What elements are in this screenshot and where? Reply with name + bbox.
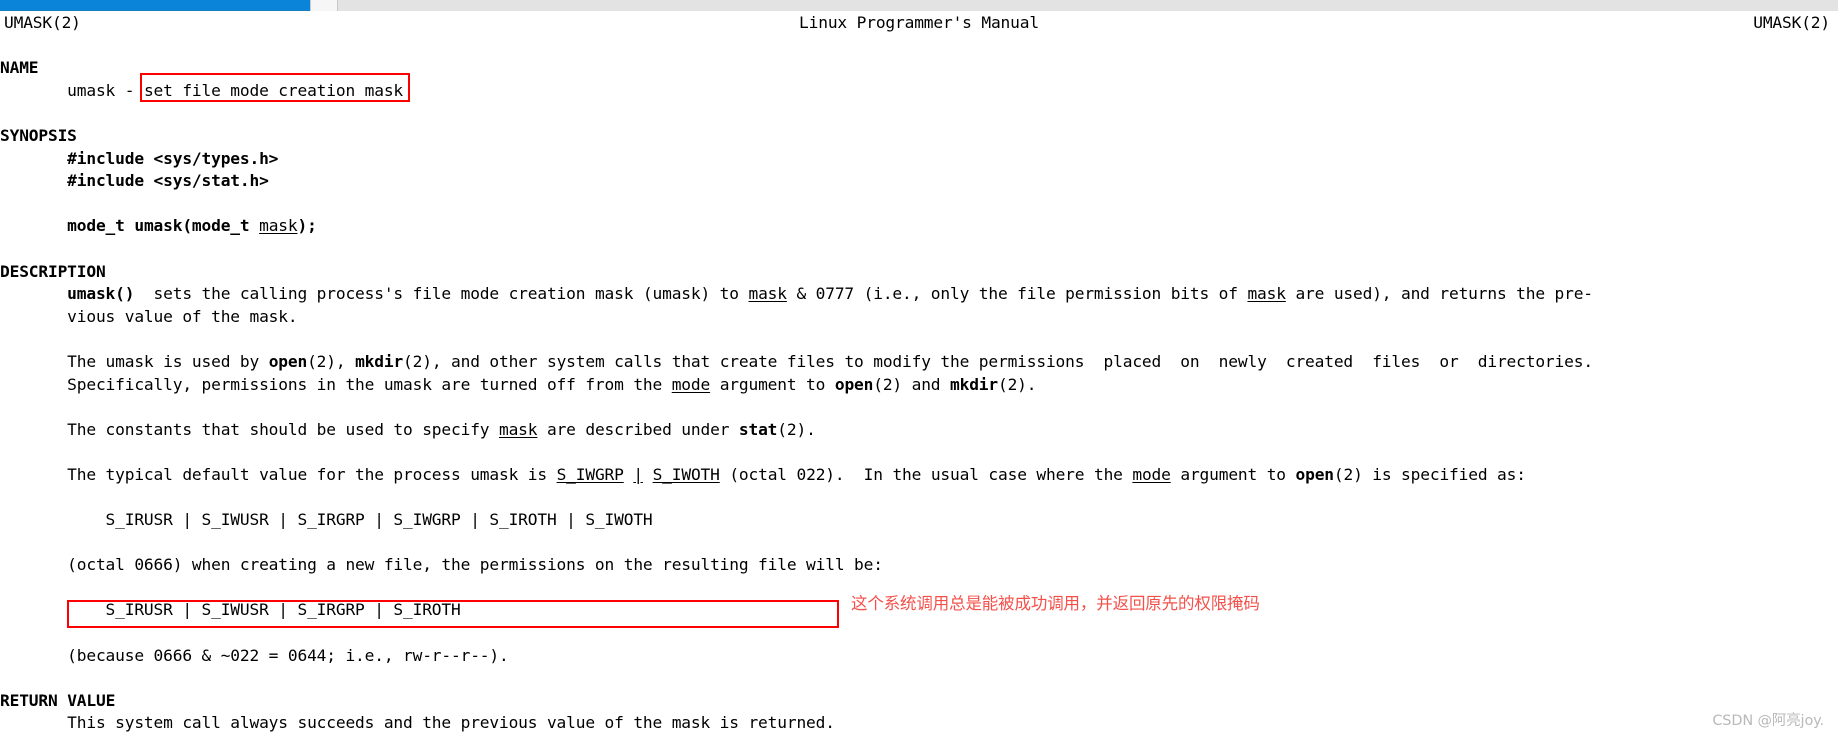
section-heading-return-value: RETURN VALUE [0, 690, 1838, 713]
section-heading-name: NAME [0, 57, 1838, 80]
include-types-text: #include <sys/types.h> [0, 148, 279, 168]
prototype-indent [0, 216, 67, 235]
section-heading-description: DESCRIPTION [0, 261, 1838, 284]
man-page-content[interactable]: UMASK(2) Linux Programmer's Manual UMASK(2… [0, 12, 1838, 741]
description-paragraph4: The typical default value for the proces… [0, 464, 1838, 487]
desc-p1-mask-1: mask [748, 284, 787, 304]
include-stat-text: #include <sys/stat.h> [0, 171, 269, 191]
man-header-right: UMASK(2) [1753, 13, 1830, 32]
man-page-header: UMASK(2) Linux Programmer's Manual UMASK(2… [0, 12, 1838, 35]
window-titlebar[interactable] [0, 0, 310, 10]
description-paragraph1-line2: vious value of the mask. [0, 306, 1838, 329]
desc-p4-text3: argument to [1170, 464, 1296, 484]
name-prefix: umask - [0, 80, 144, 100]
desc-p4-text4: (2) is specified as: [1333, 464, 1526, 484]
desc-p3-mask: mask [498, 419, 538, 439]
prototype-signature: mode_t umask(mode_t [67, 216, 260, 236]
synopsis-prototype: mode_t umask(mode_t mask); [0, 215, 1838, 238]
section-synopsis-label: SYNOPSIS [0, 125, 77, 145]
desc-p2-text1: The umask is used by [0, 351, 269, 371]
description-paragraph2-line2: Specifically, permissions in the umask a… [0, 374, 1838, 397]
section-description-label: DESCRIPTION [0, 261, 106, 281]
prototype-signature-end: ); [297, 216, 317, 236]
description-paragraph5: (octal 0666) when creating a new file, t… [0, 555, 883, 575]
name-description-line: umask - set file mode creation mask [0, 80, 1838, 103]
section-heading-synopsis: SYNOPSIS [0, 125, 1838, 148]
desc-p1-continuation: vious value of the mask. [0, 306, 298, 326]
desc-p2l2-text4: (2). [997, 374, 1037, 394]
desc-p2l2-text3: (2) and [873, 374, 950, 394]
synopsis-include-types: #include <sys/types.h> [0, 148, 1838, 171]
return-label-space [58, 691, 68, 710]
section-return-label: RETURN [0, 690, 58, 710]
desc-p2-mkdir: mkdir [355, 351, 404, 371]
desc-p4-s-iwoth: S_IWOTH [652, 464, 720, 484]
permission-flags-line-1: S_IRUSR | S_IWUSR | S_IRGRP | S_IWGRP | … [0, 510, 653, 530]
name-highlighted-text: set file mode creation mask [143, 80, 404, 100]
desc-p1-text1: sets the calling process's file mode cre… [134, 284, 749, 304]
desc-p1-indent [0, 284, 67, 303]
desc-p3-stat: stat [738, 419, 778, 439]
desc-p3-text2: are described under [537, 419, 739, 439]
desc-p4-sp2 [643, 465, 653, 484]
desc-p2l2-open: open [834, 374, 874, 394]
desc-p1-text2: & 0777 (i.e., only the file permission b… [786, 284, 1248, 304]
desc-p4-text1: The typical default value for the proces… [0, 464, 557, 484]
csdn-watermark: CSDN @阿亮joy. [1712, 713, 1824, 730]
desc-p4-pipe: | [633, 464, 643, 484]
window-chrome [0, 0, 1838, 12]
browser-tab-active[interactable] [310, 0, 338, 11]
section-value-label: VALUE [67, 690, 116, 710]
desc-p4-mode: mode [1132, 464, 1171, 484]
desc-p4-text2: (octal 022). In the usual case where the [719, 464, 1133, 484]
desc-p1-mask-2: mask [1247, 284, 1286, 304]
browser-tab-strip[interactable] [338, 0, 1838, 11]
titlebar-text [0, 0, 310, 6]
desc-p2l2-mode: mode [671, 374, 711, 394]
annotation-note-chinese: 这个系统调用总是能被成功调用，并返回原先的权限掩码 [851, 594, 1260, 613]
prototype-param-mask: mask [259, 216, 298, 236]
man-header-center: Linux Programmer's Manual [799, 13, 1039, 32]
desc-p4-sp1 [624, 465, 634, 484]
desc-p4-s-iwgrp: S_IWGRP [556, 464, 624, 484]
return-value-body: This system call always succeeds and the… [0, 713, 835, 733]
desc-p2l2-mkdir: mkdir [950, 374, 998, 394]
section-name-label: NAME [0, 58, 39, 78]
description-paragraph6: (because 0666 & ~022 = 0644; i.e., rw-r-… [0, 645, 509, 665]
desc-p2l2-text1: Specifically, permissions in the umask a… [0, 374, 672, 394]
desc-p2-text2: (2), [307, 351, 356, 371]
desc-p2-text3: (2), and other system calls that create … [403, 351, 1593, 371]
desc-p4-open: open [1295, 464, 1335, 484]
desc-p2-open: open [268, 351, 308, 371]
description-paragraph3: The constants that should be used to spe… [0, 419, 1838, 442]
desc-p1-umask-call: umask() [67, 284, 135, 304]
desc-p2l2-text2: argument to [710, 374, 835, 394]
desc-p1-text3: are used), and returns the pre- [1285, 284, 1593, 304]
desc-p3-text1: The constants that should be used to spe… [0, 419, 499, 439]
description-paragraph1-line1: umask() sets the calling process's file … [0, 283, 1838, 306]
description-paragraph2-line1: The umask is used by open(2), mkdir(2), … [0, 351, 1838, 374]
desc-p3-text3: (2). [777, 419, 816, 439]
synopsis-include-stat: #include <sys/stat.h> [0, 170, 1838, 193]
